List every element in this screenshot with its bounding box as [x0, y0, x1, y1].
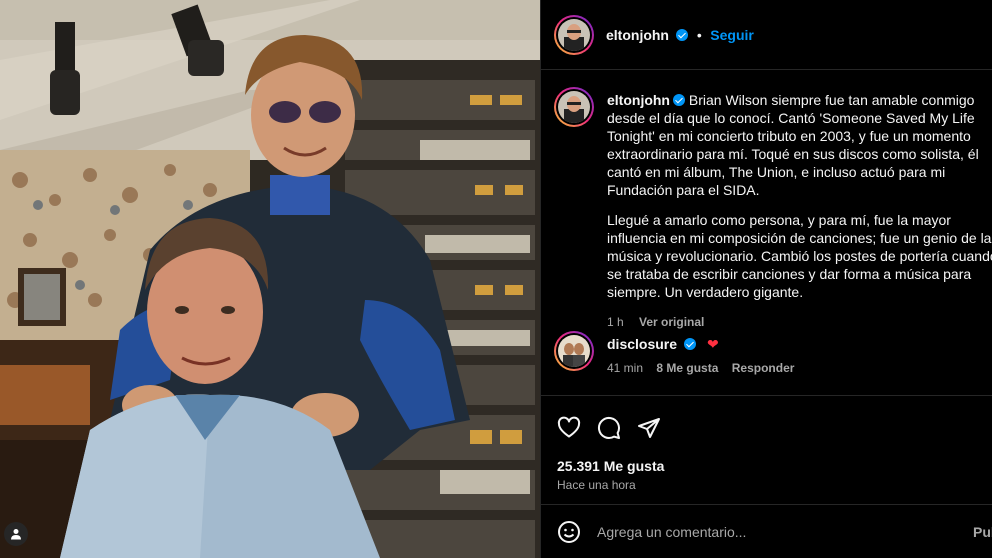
heart-emoji: ❤ [706, 336, 719, 352]
caption-paragraph-2: Llegué a amarlo como persona, y para mí,… [607, 212, 992, 300]
comment-time: 41 min [607, 361, 644, 375]
add-comment-bar: Agrega un comentario... Pub [541, 504, 992, 558]
comment-input[interactable]: Agrega un comentario... [597, 524, 746, 540]
post-actions: 25.391 Me gusta Hace una hora [541, 395, 992, 508]
header-separator: • [696, 27, 702, 43]
post-time: Hace una hora [557, 478, 636, 492]
emoji-icon [558, 521, 580, 543]
comment-author-avatar[interactable] [554, 331, 594, 371]
comment-avatar-image [558, 335, 590, 367]
header-title-row: eltonjohn • Seguir [606, 27, 754, 45]
comment-likes[interactable]: 8 Me gusta [656, 361, 718, 375]
tagged-users-button[interactable] [4, 522, 28, 546]
emoji-button[interactable] [556, 519, 582, 545]
comment-icon [597, 416, 620, 439]
heart-icon [557, 416, 581, 438]
comment-button[interactable] [596, 415, 622, 441]
user-icon [11, 529, 21, 540]
photo-illustration [0, 0, 540, 558]
comment-reply-button[interactable]: Responder [732, 361, 795, 375]
caption-time: 1 h [607, 315, 624, 329]
verified-badge-icon [673, 94, 685, 106]
share-icon [638, 418, 660, 438]
comment-author-username[interactable]: disclosure [607, 336, 677, 352]
author-avatar[interactable] [554, 15, 594, 55]
post-caption: eltonjohn Brian Wilson siempre fue tan a… [607, 91, 992, 331]
instagram-post-view: eltonjohn • Seguir eltonjohn Brian Wilso… [0, 0, 992, 558]
caption-author-avatar[interactable] [554, 87, 594, 127]
publish-button[interactable]: Pub [973, 524, 992, 540]
comment-row: disclosure ❤ [607, 336, 719, 354]
share-button[interactable] [636, 415, 662, 441]
post-header: eltonjohn • Seguir [541, 0, 992, 70]
see-original-link[interactable]: Ver original [639, 315, 704, 329]
verified-badge-icon [676, 29, 689, 41]
caption-avatar-image [558, 91, 590, 123]
verified-badge-icon [684, 338, 697, 350]
likes-count[interactable]: 25.391 Me gusta [557, 458, 664, 474]
caption-author-username[interactable]: eltonjohn [607, 92, 670, 108]
caption-paragraph-1: eltonjohn Brian Wilson siempre fue tan a… [607, 91, 992, 199]
like-button[interactable] [556, 415, 582, 441]
follow-button[interactable]: Seguir [710, 27, 754, 43]
post-details-panel: eltonjohn • Seguir eltonjohn Brian Wilso… [540, 0, 992, 558]
comment-meta: 41 min 8 Me gusta Responder [607, 361, 794, 375]
post-photo[interactable] [0, 0, 540, 558]
author-avatar-image [558, 19, 590, 51]
author-username[interactable]: eltonjohn [606, 27, 669, 43]
caption-meta: 1 h Ver original [607, 313, 992, 331]
